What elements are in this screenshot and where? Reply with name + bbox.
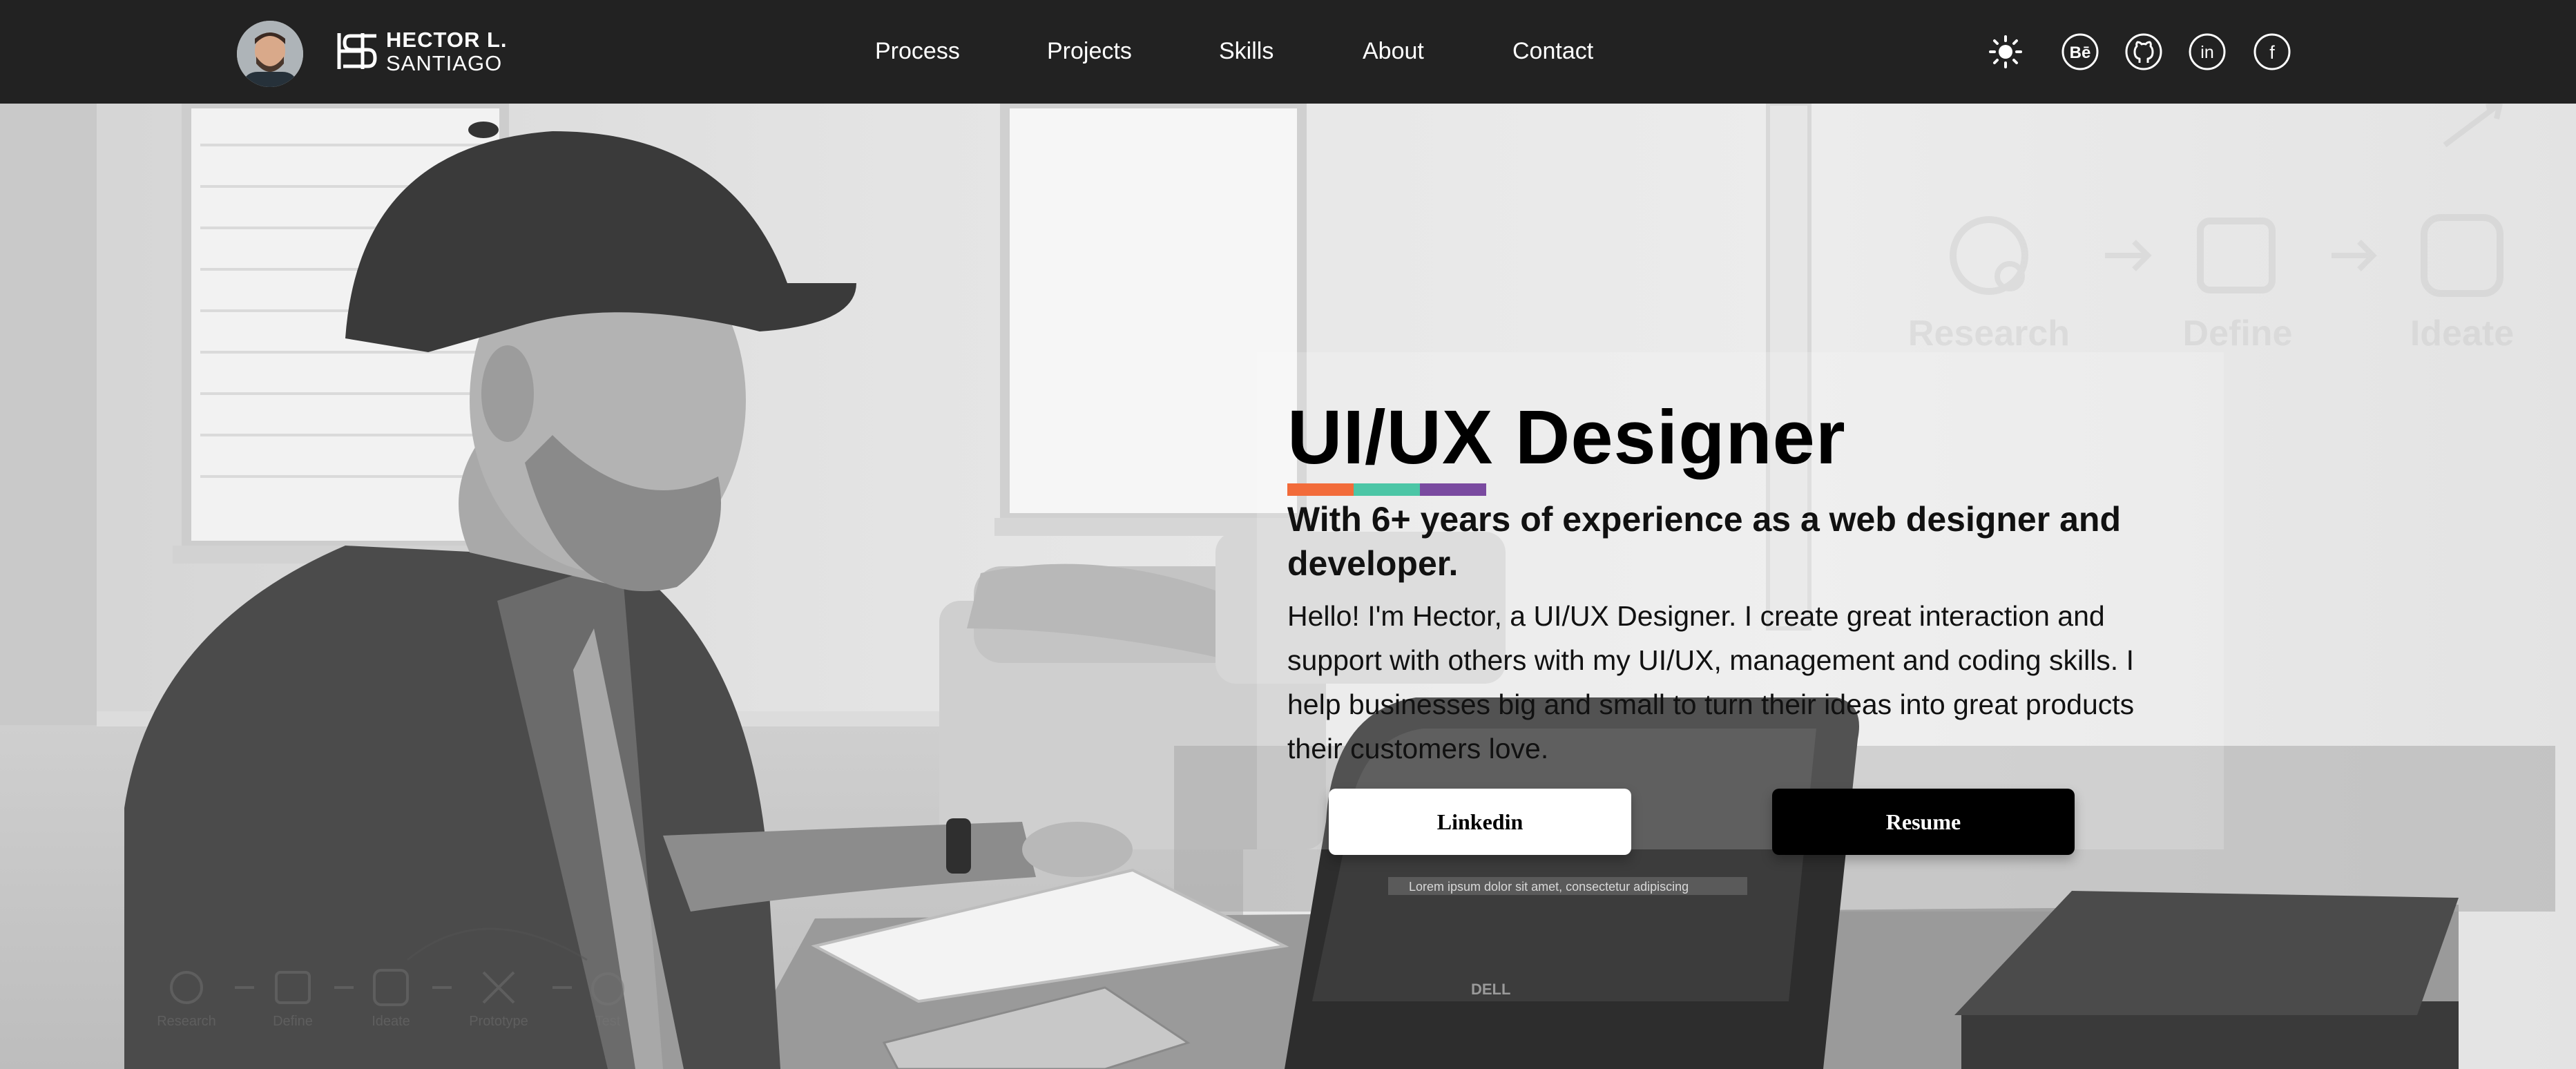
hero-description: Hello! I'm Hector, a UI/UX Designer. I c…: [1287, 600, 2135, 764]
linkedin-icon[interactable]: in: [2188, 32, 2227, 71]
avatar[interactable]: [237, 21, 303, 87]
linkedin-button[interactable]: Linkedin: [1329, 789, 1631, 855]
process-step-small-ideate: Ideate: [372, 1014, 410, 1029]
nav-link-process[interactable]: Process: [875, 38, 960, 65]
accent-orange: [1287, 483, 1354, 496]
process-step-large-research: Research: [1908, 314, 2070, 354]
laptop-screen-text: Lorem ipsum dolor sit amet, consectetur …: [1409, 880, 1689, 894]
process-step-large-define: Define: [2183, 314, 2293, 354]
process-step-small-test: Test: [595, 1014, 621, 1029]
hero-subtitle: With 6+ years of experience as a web des…: [1287, 500, 2121, 583]
title-accent-underline: [1287, 483, 1486, 496]
nav-link-contact[interactable]: Contact: [1512, 38, 1593, 65]
accent-teal: [1354, 483, 1420, 496]
sun-icon[interactable]: [1986, 32, 2025, 71]
hero-title: UI/UX Designer: [1287, 395, 1846, 480]
page: HECTOR L. SANTIAGO Process Projects Skil…: [0, 0, 2576, 1069]
laptop-brand-text: DELL: [1471, 981, 1510, 998]
process-step-small-prototype: Prototype: [469, 1014, 528, 1029]
nav-link-projects[interactable]: Projects: [1047, 38, 1132, 65]
facebook-glyph: f: [2269, 42, 2275, 63]
behance-glyph: Bē: [2070, 44, 2091, 62]
top-navbar: HECTOR L. SANTIAGO Process Projects Skil…: [0, 0, 2576, 104]
process-step-large-ideate: Ideate: [2410, 314, 2514, 354]
github-icon[interactable]: [2124, 32, 2163, 71]
hero-background-photo: Lorem ipsum dolor sit amet, consectetur …: [0, 104, 2576, 1069]
process-step-small-define: Define: [273, 1014, 313, 1029]
avatar-photo: [237, 21, 303, 87]
facebook-icon[interactable]: f: [2253, 32, 2291, 71]
resume-button[interactable]: Resume: [1772, 789, 2075, 855]
process-step-small-research: Research: [157, 1014, 216, 1029]
nav-link-about[interactable]: About: [1363, 38, 1424, 65]
accent-purple: [1420, 483, 1486, 496]
brand-name-line1: HECTOR L.: [386, 28, 508, 52]
nav-link-skills[interactable]: Skills: [1219, 38, 1273, 65]
linkedin-glyph: in: [2200, 43, 2213, 62]
brand-name-line2: SANTIAGO: [386, 51, 503, 75]
hero-section: Lorem ipsum dolor sit amet, consectetur …: [0, 104, 2576, 1069]
behance-icon[interactable]: Bē: [2061, 32, 2099, 71]
hs-monogram-icon: [337, 33, 377, 69]
